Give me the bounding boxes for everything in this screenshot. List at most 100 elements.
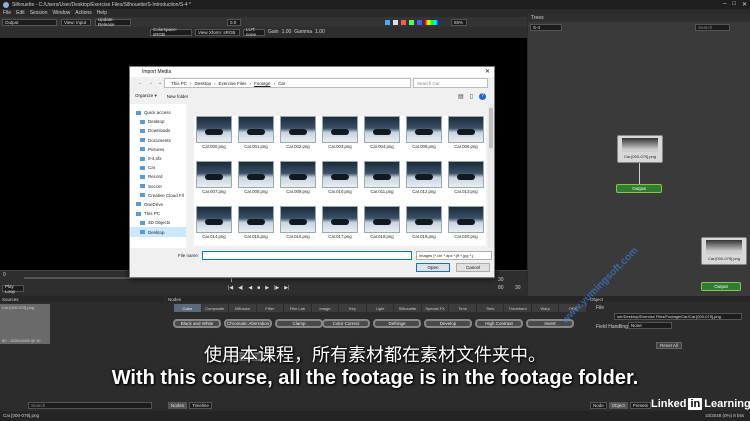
file-item[interactable]: Car.016.png	[278, 206, 318, 245]
play-icon[interactable]: ▶	[265, 285, 269, 291]
tab-nodes[interactable]: Nodes	[168, 402, 188, 409]
nav-item[interactable]: This PC	[130, 209, 186, 218]
menu-actions[interactable]: Actions	[75, 10, 91, 16]
output-node-2[interactable]: Output	[701, 282, 741, 291]
node-button-black-and-white[interactable]: Black and White	[173, 319, 221, 328]
fps-value[interactable]: 30	[515, 285, 521, 291]
tree-search[interactable]: Search	[695, 24, 730, 31]
tab-silhouette[interactable]: Silhouette	[394, 304, 421, 312]
tab-light[interactable]: Light	[366, 304, 394, 312]
nav-item[interactable]: 0-4.sfx	[130, 154, 186, 163]
node-button-color-correct[interactable]: Color Correct	[322, 319, 370, 328]
output-select[interactable]: Output	[2, 18, 57, 26]
file-item[interactable]: Car.008.png	[236, 161, 276, 200]
organize-button[interactable]: Organize ▾	[135, 93, 157, 99]
cancel-button[interactable]: Cancel	[456, 263, 490, 272]
file-item[interactable]: Car.005.png	[404, 116, 444, 155]
tab-object[interactable]: Object	[608, 402, 628, 409]
blue-channel-icon[interactable]	[417, 19, 422, 25]
dialog-search[interactable]: Search Car	[413, 78, 488, 88]
timeline-current[interactable]: 30	[498, 277, 504, 283]
colorspace-select[interactable]: Colorspace: sRGB	[150, 27, 192, 37]
menu-session[interactable]: Session	[30, 10, 48, 16]
loop-select[interactable]: Play Loop	[2, 284, 24, 294]
nav-item[interactable]: Pictures	[130, 145, 186, 154]
file-item[interactable]: Car.014.png	[194, 206, 234, 245]
file-item[interactable]: Car.006.png	[446, 116, 486, 155]
stop-icon[interactable]: ■	[257, 285, 260, 291]
tab-diffusion[interactable]: Diffusion	[229, 304, 256, 312]
node-button-high-contrast[interactable]: High Contrast	[475, 319, 523, 328]
file-item[interactable]: Car.013.png	[446, 161, 486, 200]
nav-item[interactable]: Car	[130, 163, 186, 172]
help-icon[interactable]: ?	[479, 92, 486, 100]
file-item[interactable]: Car.010.png	[320, 161, 360, 200]
breadcrumb-car[interactable]: Car	[278, 81, 285, 86]
tab-transform[interactable]: Transform	[504, 304, 531, 312]
address-bar[interactable]: This PC › Desktop › Exercise Files › Footag…	[164, 78, 411, 88]
file-item[interactable]: Car.001.png	[236, 116, 276, 155]
tab-time[interactable]: Time	[449, 304, 476, 312]
tab-filter[interactable]: Filter	[256, 304, 284, 312]
close-icon[interactable]: ✕	[742, 1, 747, 8]
file-item[interactable]: Car.000.png	[194, 116, 234, 155]
file-item[interactable]: Car.009.png	[278, 161, 318, 200]
file-item[interactable]: Car.004.png	[362, 116, 402, 155]
sources-search[interactable]: Search	[28, 402, 152, 409]
field-handling-select[interactable]: None	[628, 322, 672, 329]
nav-item[interactable]: Record	[130, 172, 186, 181]
dialog-scrollbar[interactable]	[488, 104, 494, 248]
node-button-develop[interactable]: Develop	[424, 319, 472, 328]
source-node-2[interactable]: Car.[000-079].png	[701, 237, 747, 265]
menu-file[interactable]: File	[3, 10, 11, 16]
nav-item[interactable]: OneDrive	[130, 200, 186, 209]
file-item[interactable]: Car.002.png	[278, 116, 318, 155]
update-select[interactable]: Update: Release	[95, 17, 131, 27]
green-channel-icon[interactable]	[409, 19, 414, 25]
object-file-path[interactable]: ser/Desktop/Exercise Files/Footage/Car/C…	[614, 313, 742, 320]
tab-timeline[interactable]: Timeline	[189, 402, 212, 409]
timeline-end-frame[interactable]: 80	[498, 285, 504, 291]
nav-item[interactable]: Desktop	[130, 117, 186, 126]
tab-warp[interactable]: Warp	[531, 304, 559, 312]
view-input-select[interactable]: View: Input	[61, 18, 91, 26]
gain-value[interactable]: 1.00	[282, 29, 292, 35]
menu-edit[interactable]: Edit	[16, 10, 25, 16]
nav-item[interactable]: Downloads	[130, 126, 186, 135]
file-item[interactable]: Car.019.png	[404, 206, 444, 245]
nav-item[interactable]: Desktop	[130, 227, 186, 237]
nav-item[interactable]: Documents	[130, 136, 186, 145]
file-type-select[interactable]: Images (*.cin *.dpx *.jff *.jpg *.j	[416, 251, 492, 260]
tab-composite[interactable]: Composite	[201, 304, 229, 312]
tab-tints[interactable]: Tints	[476, 304, 504, 312]
breadcrumb-footage[interactable]: Footage	[254, 81, 271, 86]
dialog-close-icon[interactable]: ✕	[485, 68, 490, 75]
view-options-icon[interactable]: ▤	[458, 93, 464, 100]
recent-icon[interactable]: ⌄	[158, 80, 162, 86]
file-item[interactable]: Car.012.png	[404, 161, 444, 200]
tree-select[interactable]: S-4	[530, 24, 562, 31]
last-frame-icon[interactable]: ▶|	[284, 285, 289, 291]
zoom-select[interactable]: 0.0	[227, 18, 241, 26]
checker-icon[interactable]	[393, 19, 398, 25]
maximize-icon[interactable]: □	[732, 1, 736, 8]
file-item[interactable]: Car.011.png	[362, 161, 402, 200]
open-button[interactable]: Open	[416, 263, 450, 272]
nav-item[interactable]: Soccer	[130, 182, 186, 191]
tab-key[interactable]: Key	[339, 304, 366, 312]
color-picker-icon[interactable]	[385, 19, 390, 25]
back-icon[interactable]: ←	[138, 80, 143, 86]
lut-select[interactable]: LUT: none	[243, 27, 265, 37]
red-channel-icon[interactable]	[401, 19, 406, 25]
file-name-input[interactable]	[202, 251, 412, 260]
new-folder-button[interactable]: New folder	[167, 94, 189, 99]
gamma-value[interactable]: 1.00	[315, 29, 325, 35]
nav-item[interactable]: Creative Cloud Fil	[130, 191, 186, 200]
menu-help[interactable]: Help	[97, 10, 107, 16]
source-node[interactable]: Car.[000-079].png	[617, 135, 663, 163]
nav-item[interactable]: Quick access	[130, 108, 186, 117]
forward-icon[interactable]: →	[148, 80, 153, 86]
file-item[interactable]: Car.015.png	[236, 206, 276, 245]
breadcrumb-this-pc[interactable]: This PC	[171, 81, 187, 86]
tab-node[interactable]: Node	[590, 402, 607, 409]
